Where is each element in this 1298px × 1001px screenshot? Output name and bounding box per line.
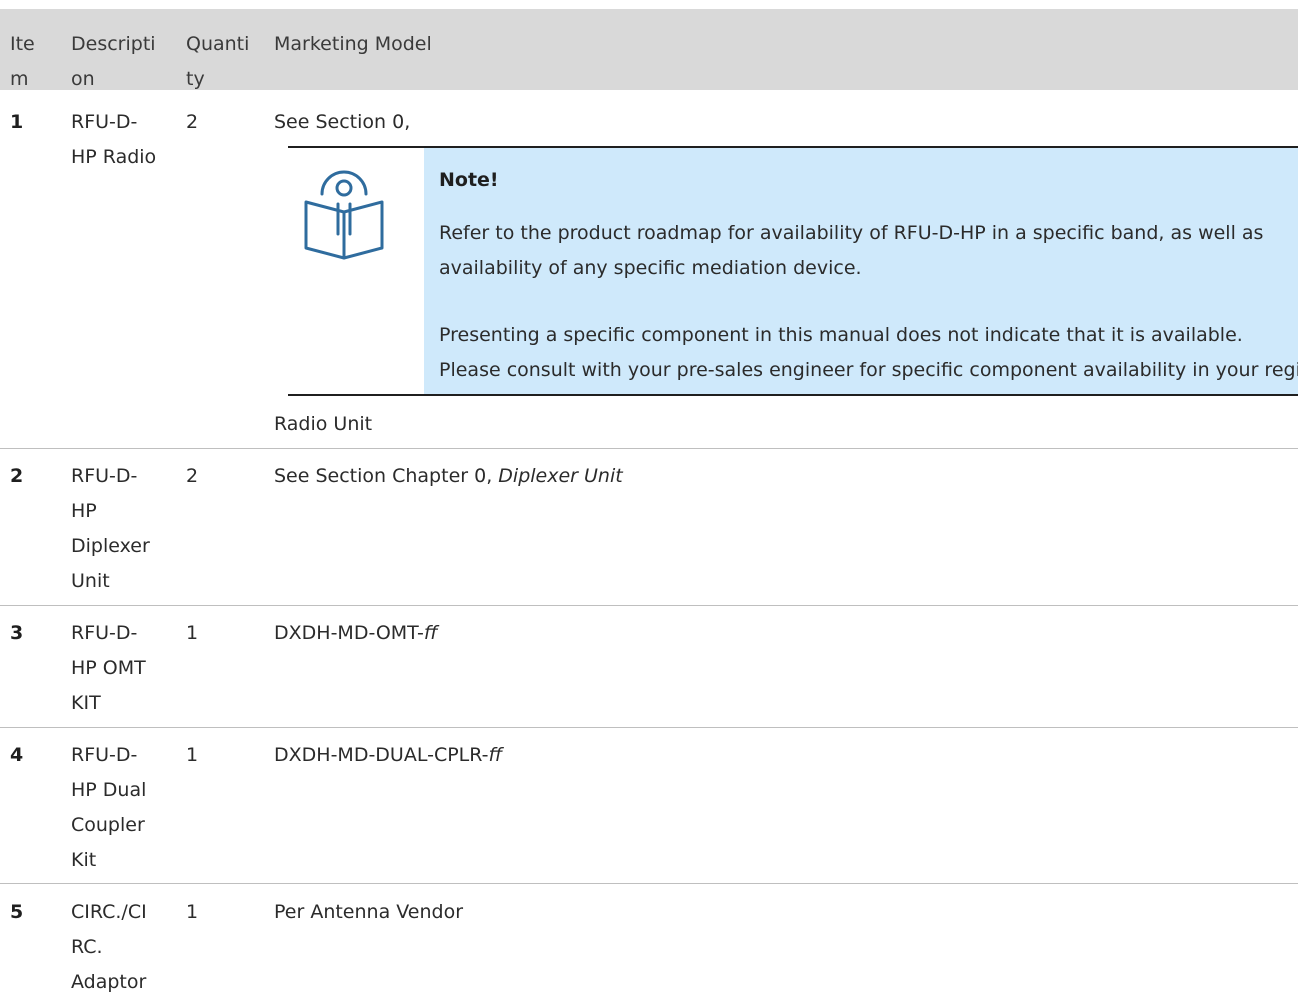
row-divider (0, 727, 1298, 728)
row-1-quantity: 2 (186, 111, 199, 133)
row-3-quantity: 1 (186, 622, 199, 644)
row-5-description: CIRC./CI RC. Adaptor (71, 901, 147, 993)
row-4-quantity: 1 (186, 744, 199, 766)
note-text-line-1: Refer to the product roadmap for availab… (439, 222, 1264, 244)
header-quantity: Quanti ty (186, 33, 250, 90)
row-2-quantity: 2 (186, 465, 199, 487)
row-divider (0, 883, 1298, 884)
note-title: Note! (439, 169, 499, 191)
note-text-line-2: availability of any specific mediation d… (439, 257, 862, 279)
header-marketing-model: Marketing Model (274, 33, 432, 55)
row-2-description: RFU-D- HP Diplexer Unit (71, 465, 150, 592)
row-5-model: Per Antenna Vendor (274, 901, 464, 923)
row-1-item: 1 (10, 111, 24, 133)
note-text-line-4: Please consult with your pre-sales engin… (439, 359, 1298, 381)
row-1-description: RFU-D- HP Radio (71, 111, 157, 168)
row-3-model: DXDH-MD-OMT-ff (274, 622, 438, 644)
row-1-model-suffix: Radio Unit (274, 413, 373, 435)
table-header: Ite m Descripti on Quanti ty Marketing Mode… (0, 9, 1298, 90)
row-4-item: 4 (10, 744, 24, 766)
row-2-model: See Section Chapter 0, Diplexer Unit (274, 465, 623, 487)
header-item: Ite m (10, 33, 35, 90)
row-divider (0, 605, 1298, 606)
row-1-model: See Section 0, (274, 111, 411, 133)
row-2-item: 2 (10, 465, 24, 487)
parts-table-page: Ite m Descripti on Quanti ty Marketing Mode… (0, 0, 1298, 1001)
row-5-quantity: 1 (186, 901, 199, 923)
book-reader-icon (304, 170, 384, 260)
header-description: Descripti on (71, 33, 156, 90)
row-5-item: 5 (10, 901, 24, 923)
note-bottom-rule (288, 394, 1298, 396)
row-3-description: RFU-D- HP OMT KIT (71, 622, 146, 714)
row-3-item: 3 (10, 622, 24, 644)
row-4-description: RFU-D- HP Dual Coupler Kit (71, 744, 147, 871)
note-text-line-3: Presenting a specific component in this … (439, 324, 1243, 346)
row-divider (0, 448, 1298, 449)
row-4-model: DXDH-MD-DUAL-CPLR-ff (274, 744, 503, 766)
